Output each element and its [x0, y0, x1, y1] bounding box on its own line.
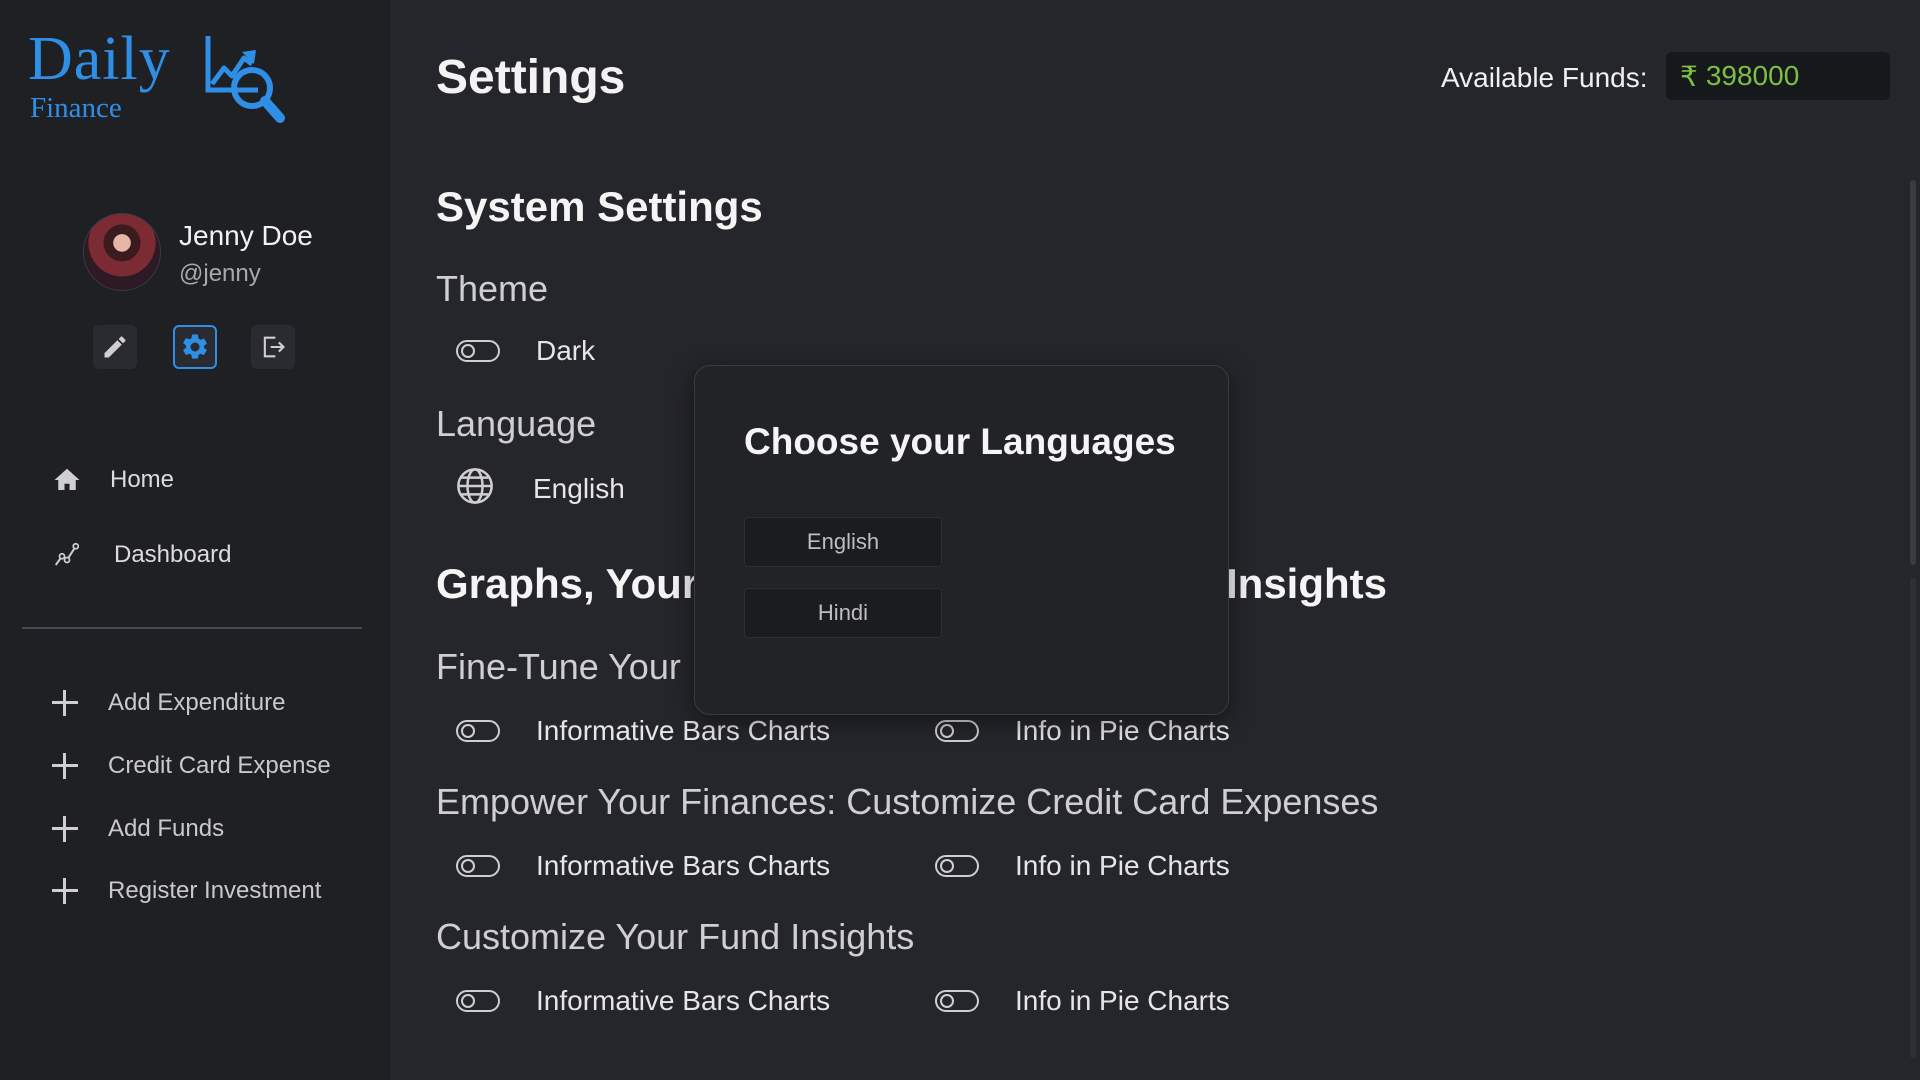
fund-bars-toggle[interactable]: Informative Bars Charts — [456, 985, 830, 1017]
system-settings-heading: System Settings — [436, 183, 763, 230]
add-expenditure-button[interactable]: Add Expenditure — [50, 688, 285, 718]
theme-label: Theme — [436, 268, 549, 309]
toggle-switch[interactable] — [456, 720, 500, 742]
avatar[interactable] — [83, 213, 161, 291]
toggle-label: Info in Pie Charts — [1015, 715, 1230, 746]
toggle-label: Informative Bars Charts — [536, 985, 831, 1016]
home-icon — [50, 463, 84, 497]
logout-button[interactable] — [251, 325, 295, 369]
scrollbar-track[interactable] — [1910, 578, 1916, 1058]
modal-title: Choose your Languages — [744, 421, 1176, 462]
logout-icon — [263, 336, 285, 358]
section-title-fund-insights: Customize Your Fund Insights — [436, 916, 915, 957]
language-option-hindi[interactable]: Hindi — [744, 588, 942, 638]
sidebar-item-dashboard[interactable]: Dashboard — [50, 538, 231, 572]
user-handle: @jenny — [179, 260, 261, 287]
toggle-switch[interactable] — [935, 855, 979, 877]
sidebar-divider — [22, 627, 362, 629]
credit-card-pie-toggle[interactable]: Info in Pie Charts — [935, 850, 1230, 882]
action-label: Register Investment — [108, 877, 322, 904]
language-selector[interactable]: English — [455, 466, 625, 511]
graphs-heading-right: Insights — [1226, 560, 1388, 607]
edit-profile-button[interactable] — [93, 325, 137, 369]
graphs-heading-left: Graphs, Your — [436, 560, 699, 607]
plus-icon — [50, 688, 80, 718]
sidebar-item-label: Home — [110, 466, 175, 493]
language-modal: Choose your Languages English Hindi — [694, 365, 1229, 715]
fund-pie-toggle[interactable]: Info in Pie Charts — [935, 985, 1230, 1017]
logo-text-daily: Daily — [28, 25, 171, 93]
funds-amount: 398000 — [1705, 60, 1800, 91]
sidebar: Daily Finance Jenny Doe @jenny Home Dash… — [0, 0, 390, 1080]
sidebar-item-home[interactable]: Home — [50, 463, 174, 497]
toggle-label: Informative Bars Charts — [536, 850, 831, 881]
rupee-symbol: ₹ — [1680, 60, 1698, 92]
action-label: Credit Card Expense — [108, 752, 331, 779]
gear-icon — [183, 334, 207, 359]
credit-card-bars-toggle[interactable]: Informative Bars Charts — [456, 850, 830, 882]
fine-tune-pie-toggle[interactable]: Info in Pie Charts — [935, 715, 1230, 747]
available-funds-label: Available Funds: — [1441, 62, 1648, 93]
plus-icon — [50, 876, 80, 906]
language-option-english[interactable]: English — [744, 517, 942, 567]
user-name: Jenny Doe — [179, 220, 313, 251]
toggle-label: Informative Bars Charts — [536, 715, 831, 746]
plus-icon — [50, 814, 80, 844]
pencil-icon — [104, 336, 126, 358]
magnifier-chart-icon — [205, 36, 285, 123]
toggle-switch[interactable] — [456, 340, 500, 362]
section-title-credit-card: Empower Your Finances: Customize Credit … — [436, 781, 1379, 822]
action-label: Add Funds — [108, 815, 225, 842]
theme-dark-toggle[interactable]: Dark — [456, 335, 595, 367]
toggle-label: Info in Pie Charts — [1015, 985, 1230, 1016]
chart-line-icon — [50, 538, 84, 572]
language-value: English — [533, 472, 625, 504]
available-funds-value: ₹ 398000 — [1666, 52, 1890, 100]
register-investment-button[interactable]: Register Investment — [50, 876, 321, 906]
toggle-label: Dark — [536, 335, 596, 366]
plus-icon — [50, 751, 80, 781]
sidebar-item-label: Dashboard — [114, 541, 232, 568]
logo[interactable]: Daily Finance — [28, 24, 288, 124]
language-label: Language — [436, 403, 597, 444]
page-title: Settings — [436, 51, 626, 104]
logo-text-finance: Finance — [30, 92, 122, 124]
toggle-switch[interactable] — [456, 855, 500, 877]
fine-tune-bars-toggle[interactable]: Informative Bars Charts — [456, 715, 830, 747]
toggle-switch[interactable] — [456, 990, 500, 1012]
scrollbar-thumb[interactable] — [1910, 180, 1916, 565]
section-title-fine-tune: Fine-Tune Your — [436, 646, 681, 687]
toggle-switch[interactable] — [935, 990, 979, 1012]
toggle-label: Info in Pie Charts — [1015, 850, 1230, 881]
credit-card-expense-button[interactable]: Credit Card Expense — [50, 751, 331, 781]
settings-button[interactable] — [173, 325, 217, 369]
toggle-switch[interactable] — [935, 720, 979, 742]
globe-icon — [455, 466, 495, 511]
add-funds-button[interactable]: Add Funds — [50, 814, 224, 844]
action-label: Add Expenditure — [108, 689, 286, 716]
